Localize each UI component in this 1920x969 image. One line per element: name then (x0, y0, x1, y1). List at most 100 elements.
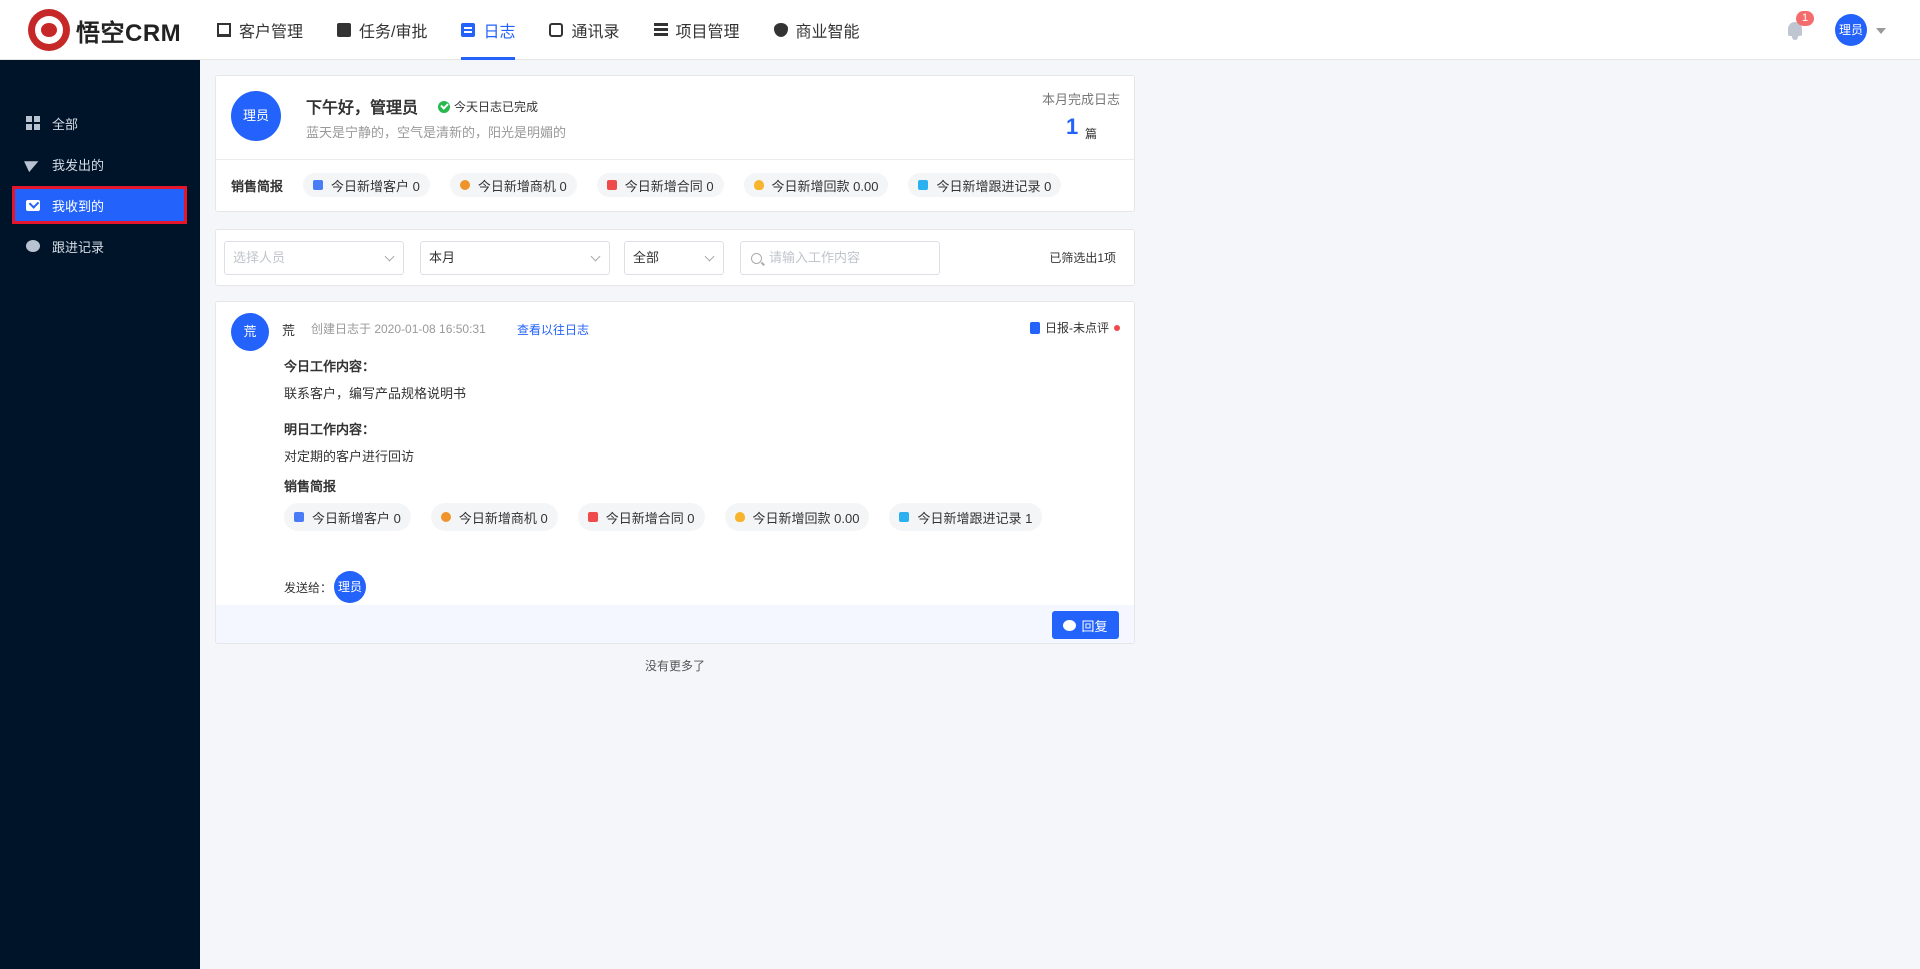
stat-chip[interactable]: 今日新增商机 0 (430, 503, 558, 531)
main-nav: 客户管理 任务/审批 日志 通讯录 项目管理 商业智能 (200, 0, 877, 60)
avatar: 理员 (231, 91, 281, 141)
record-icon (899, 512, 910, 522)
contract-icon (587, 512, 598, 522)
grid-icon (26, 116, 40, 130)
send-to: 发送给： 理员 (284, 571, 367, 603)
sales-brief-title: 销售简报 (284, 479, 337, 494)
comment-icon (1063, 619, 1077, 631)
send-icon (24, 155, 41, 173)
month-count-value: 1 (1066, 114, 1079, 139)
log-card: 荒 荒 创建日志于 2020-01-08 16:50:31 查看以往日志 日报-… (215, 301, 1135, 644)
document-icon (461, 23, 476, 37)
contract-icon (606, 180, 617, 190)
month-count-label: 本月完成日志 (1041, 92, 1120, 107)
chevron-down-icon (704, 251, 715, 262)
sidebar-item-received[interactable]: 我收到的 (12, 186, 187, 224)
sales-brief: 销售简报 今日新增客户 0 今日新增商机 0 今日新增合同 0 今日新增回款 0… (231, 173, 1081, 197)
tomorrow-work-title: 明日工作内容： (284, 422, 376, 437)
opportunity-icon (440, 512, 451, 522)
reply-button-label: 回复 (1081, 618, 1108, 634)
chevron-down-icon (384, 251, 395, 262)
nav-item-projects[interactable]: 项目管理 (653, 0, 740, 60)
type-select[interactable]: 全部 (624, 241, 724, 275)
customer-icon (313, 180, 324, 190)
nav-item-contacts[interactable]: 通讯录 (549, 0, 620, 60)
created-time: 创建日志于 2020-01-08 16:50:31 (311, 322, 486, 336)
stat-chip[interactable]: 今日新增合同 0 (596, 173, 724, 197)
search-input[interactable]: 请输入工作内容 (740, 241, 940, 275)
log-footer: 回复 (216, 605, 1134, 643)
nav-item-label: 任务/审批 (359, 24, 428, 41)
list-icon (653, 23, 668, 37)
sidebar-item-followup[interactable]: 跟进记录 (12, 227, 187, 265)
reply-button[interactable]: 回复 (1052, 611, 1119, 639)
stat-chip[interactable]: 今日新增合同 0 (577, 503, 705, 531)
customer-icon (294, 512, 304, 522)
today-work-content: 联系客户，编写产品规格说明书 (284, 386, 467, 401)
sidebar-item-label: 我发出的 (52, 157, 105, 173)
logo[interactable]: 悟空CRM (28, 9, 181, 51)
author-avatar: 荒 (231, 313, 269, 351)
stat-chip[interactable]: 今日新增跟进记录 0 (908, 173, 1062, 197)
search-icon (751, 253, 762, 264)
stat-label: 今日新增回款 0.00 (752, 510, 860, 526)
shield-icon (773, 23, 788, 37)
opportunity-icon (459, 180, 470, 190)
sidebar-item-label: 全部 (52, 116, 79, 132)
stat-label: 今日新增跟进记录 1 (917, 510, 1033, 526)
stat-chip[interactable]: 今日新增跟进记录 1 (889, 503, 1043, 531)
send-to-label: 发送给： (284, 580, 333, 595)
stat-label: 今日新增合同 0 (624, 178, 714, 194)
nav-item-customers[interactable]: 客户管理 (217, 0, 303, 60)
stat-label: 今日新增商机 0 (458, 510, 548, 526)
check-circle-icon (438, 100, 450, 113)
log-type-text: 日报-未点评 (1045, 321, 1109, 335)
person-select[interactable]: 选择人员 (224, 241, 404, 275)
stat-chip[interactable]: 今日新增商机 0 (449, 173, 577, 197)
sidebar-item-all[interactable]: 全部 (12, 104, 187, 142)
building-icon (217, 23, 231, 37)
stat-label: 今日新增商机 0 (477, 178, 567, 194)
sales-brief-title: 销售简报 (231, 178, 284, 194)
person-select-placeholder: 选择人员 (233, 250, 286, 265)
sidebar-item-label: 跟进记录 (52, 239, 105, 255)
nav-item-label: 商业智能 (795, 24, 860, 41)
notification-badge: 1 (1796, 11, 1814, 26)
filter-bar: 选择人员 本月 全部 请输入工作内容 已筛选出1项 (215, 229, 1135, 286)
type-select-value: 全部 (633, 250, 660, 265)
logo-text: 悟空CRM (76, 19, 182, 47)
monkey-logo-icon (28, 9, 70, 51)
stat-chip[interactable]: 今日新增回款 0.00 (724, 503, 870, 531)
log-type-badge: 日报-未点评 (1030, 319, 1120, 336)
stat-label: 今日新增跟进记录 0 (936, 178, 1052, 194)
sidebar-item-sent[interactable]: 我发出的 (12, 145, 187, 183)
top-bar: 悟空CRM 客户管理 任务/审批 日志 通讯录 项目管理 商业智能 1 理员 (0, 0, 1920, 60)
caret-down-icon[interactable] (1876, 28, 1886, 34)
summary-card: 理员 下午好，管理员 今天日志已完成 蓝天是宁静的，空气是清新的，阳光是明媚的 … (215, 75, 1135, 212)
phone-book-icon (549, 23, 564, 37)
stat-chip[interactable]: 今日新增回款 0.00 (743, 173, 889, 197)
nav-item-bi[interactable]: 商业智能 (773, 0, 860, 60)
period-select[interactable]: 本月 (420, 241, 610, 275)
motto-text: 蓝天是宁静的，空气是清新的，阳光是明媚的 (306, 125, 567, 140)
status-badge: 今天日志已完成 (438, 98, 538, 115)
filter-result-count: 已筛选出1项 (1049, 251, 1116, 265)
record-icon (918, 180, 929, 190)
nav-item-label: 日志 (483, 24, 516, 41)
money-bag-icon (753, 180, 764, 190)
history-link[interactable]: 查看以往日志 (517, 321, 589, 338)
mail-icon (26, 199, 40, 211)
search-placeholder: 请输入工作内容 (769, 250, 861, 265)
stat-label: 今日新增客户 0 (312, 510, 401, 526)
nav-item-logs[interactable]: 日志 (461, 0, 516, 60)
briefcase-icon (337, 23, 352, 37)
money-bag-icon (734, 512, 745, 522)
greeting-text: 下午好，管理员 (306, 100, 419, 117)
nav-item-tasks[interactable]: 任务/审批 (337, 0, 427, 60)
unread-dot-icon (1114, 324, 1120, 331)
stat-chip[interactable]: 今日新增客户 0 (284, 503, 411, 531)
stat-chip[interactable]: 今日新增客户 0 (303, 173, 430, 197)
chevron-down-icon (590, 251, 601, 262)
user-avatar[interactable]: 理员 (1835, 14, 1867, 46)
report-icon (1030, 321, 1040, 334)
